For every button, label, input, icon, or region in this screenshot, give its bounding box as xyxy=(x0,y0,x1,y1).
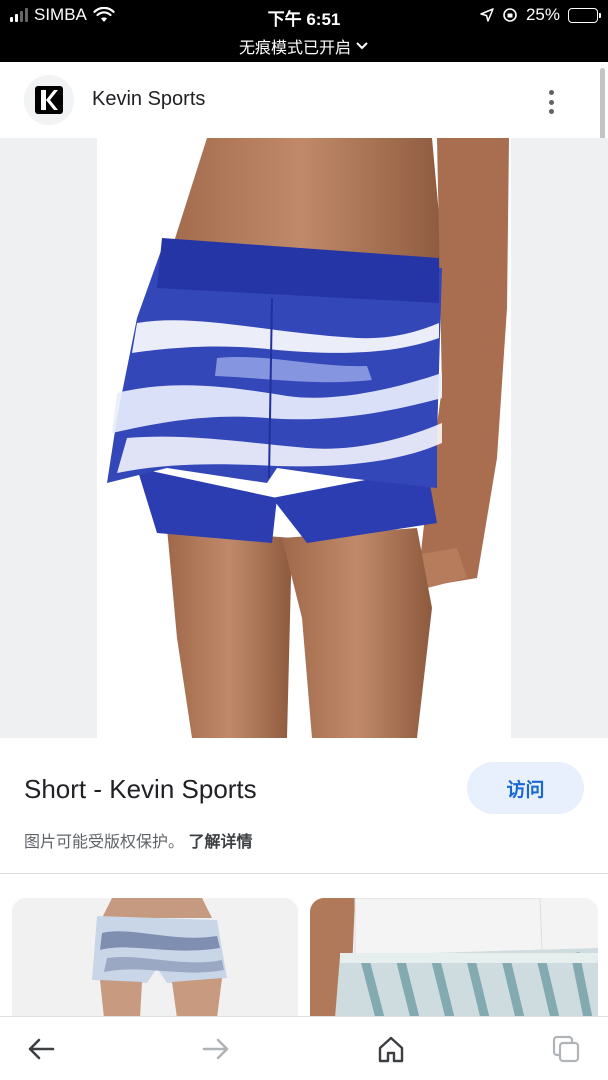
status-right: 25% xyxy=(480,5,601,25)
back-arrow-icon[interactable] xyxy=(23,1031,59,1067)
battery-percent: 25% xyxy=(525,5,560,24)
site-header: Kevin Sports xyxy=(0,62,608,138)
orientation-lock-icon xyxy=(503,8,517,22)
divider xyxy=(0,873,608,874)
learn-more-link[interactable]: 了解详情 xyxy=(188,834,252,851)
chevron-down-icon xyxy=(356,42,368,50)
image-info-panel: Short - Kevin Sports 访问 图片可能受版权保护。 了解详情 xyxy=(0,738,608,874)
home-icon[interactable] xyxy=(373,1031,409,1067)
battery-icon xyxy=(568,7,601,23)
forward-arrow-icon[interactable] xyxy=(198,1031,234,1067)
bottom-navigation xyxy=(0,1016,608,1080)
incognito-indicator[interactable]: 无痕模式已开启 xyxy=(0,34,608,58)
site-name[interactable]: Kevin Sports xyxy=(92,88,205,111)
image-title[interactable]: Short - Kevin Sports xyxy=(24,774,257,805)
product-photo xyxy=(97,138,511,738)
patterned-shorts-thumbnail xyxy=(12,898,298,1018)
related-thumbnail[interactable] xyxy=(310,898,598,1018)
image-viewer[interactable] xyxy=(0,138,608,738)
more-vert-icon[interactable] xyxy=(540,87,562,117)
striped-shorts-thumbnail xyxy=(310,898,598,1018)
kevin-sports-logo-icon[interactable] xyxy=(24,75,74,125)
status-bar: SIMBA 下午 6:51 25% 无痕模式已开启 xyxy=(0,0,608,62)
copyright-notice: 图片可能受版权保护。 了解详情 xyxy=(24,828,252,852)
shorts-illustration xyxy=(107,138,509,738)
visit-button[interactable]: 访问 xyxy=(467,762,584,814)
tabs-icon[interactable] xyxy=(548,1031,584,1067)
incognito-label: 无痕模式已开启 xyxy=(238,40,351,57)
location-arrow-icon xyxy=(480,8,494,22)
copyright-text: 图片可能受版权保护。 xyxy=(24,834,185,851)
related-thumbnail[interactable] xyxy=(12,898,298,1018)
